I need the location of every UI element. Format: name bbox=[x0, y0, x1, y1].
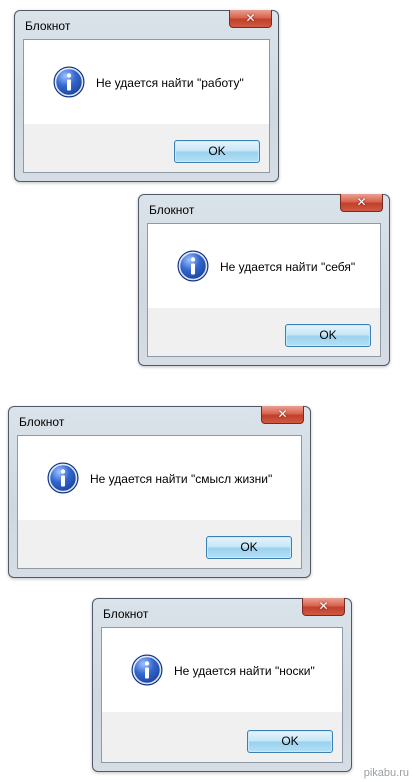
close-icon: ✕ bbox=[356, 195, 367, 209]
watermark: pikabu.ru bbox=[363, 767, 409, 779]
button-area: OK bbox=[148, 308, 380, 356]
dialog-body: Не удается найти "смысл жизни" OK bbox=[17, 435, 302, 569]
button-area: OK bbox=[18, 520, 301, 568]
message-area: Не удается найти "себя" bbox=[148, 224, 380, 308]
window-title: Блокнот bbox=[149, 203, 195, 217]
message-dialog-4: Блокнот ✕ Не удается найти "носки" OK bbox=[92, 598, 352, 772]
info-icon bbox=[47, 462, 79, 494]
window-title: Блокнот bbox=[19, 415, 65, 429]
message-dialog-3: Блокнот ✕ Не удается найти "смысл жизни"… bbox=[8, 406, 311, 578]
message-text: Не удается найти "носки" bbox=[174, 664, 315, 678]
close-icon: ✕ bbox=[245, 11, 256, 25]
close-button[interactable]: ✕ bbox=[302, 598, 345, 616]
message-text: Не удается найти "смысл жизни" bbox=[90, 472, 273, 486]
title-bar[interactable]: Блокнот ✕ bbox=[139, 194, 389, 223]
ok-button[interactable]: OK bbox=[247, 730, 333, 753]
ok-button[interactable]: OK bbox=[174, 140, 260, 163]
button-area: OK bbox=[102, 712, 342, 762]
title-bar[interactable]: Блокнот ✕ bbox=[15, 10, 278, 39]
close-button[interactable]: ✕ bbox=[340, 194, 383, 212]
window-title: Блокнот bbox=[25, 19, 71, 33]
button-area: OK bbox=[24, 124, 269, 172]
message-area: Не удается найти "работу" bbox=[24, 40, 269, 124]
ok-button[interactable]: OK bbox=[285, 324, 371, 347]
message-dialog-2: Блокнот ✕ Не удается найти "себя" OK bbox=[138, 194, 390, 366]
message-text: Не удается найти "работу" bbox=[96, 76, 244, 90]
info-icon bbox=[177, 250, 209, 282]
close-icon: ✕ bbox=[318, 599, 329, 613]
dialog-body: Не удается найти "носки" OK bbox=[101, 627, 343, 763]
message-area: Не удается найти "носки" bbox=[102, 628, 342, 712]
close-button[interactable]: ✕ bbox=[229, 10, 272, 28]
title-bar[interactable]: Блокнот ✕ bbox=[93, 598, 351, 627]
ok-button[interactable]: OK bbox=[206, 536, 292, 559]
dialog-body: Не удается найти "себя" OK bbox=[147, 223, 381, 357]
window-title: Блокнот bbox=[103, 607, 149, 621]
message-area: Не удается найти "смысл жизни" bbox=[18, 436, 301, 520]
close-button[interactable]: ✕ bbox=[261, 406, 304, 424]
title-bar[interactable]: Блокнот ✕ bbox=[9, 406, 310, 435]
close-icon: ✕ bbox=[277, 407, 288, 421]
message-dialog-1: Блокнот ✕ Не удается найти "работу" OK bbox=[14, 10, 279, 182]
info-icon bbox=[53, 66, 85, 98]
info-icon bbox=[131, 654, 163, 686]
dialog-body: Не удается найти "работу" OK bbox=[23, 39, 270, 173]
message-text: Не удается найти "себя" bbox=[220, 260, 356, 274]
